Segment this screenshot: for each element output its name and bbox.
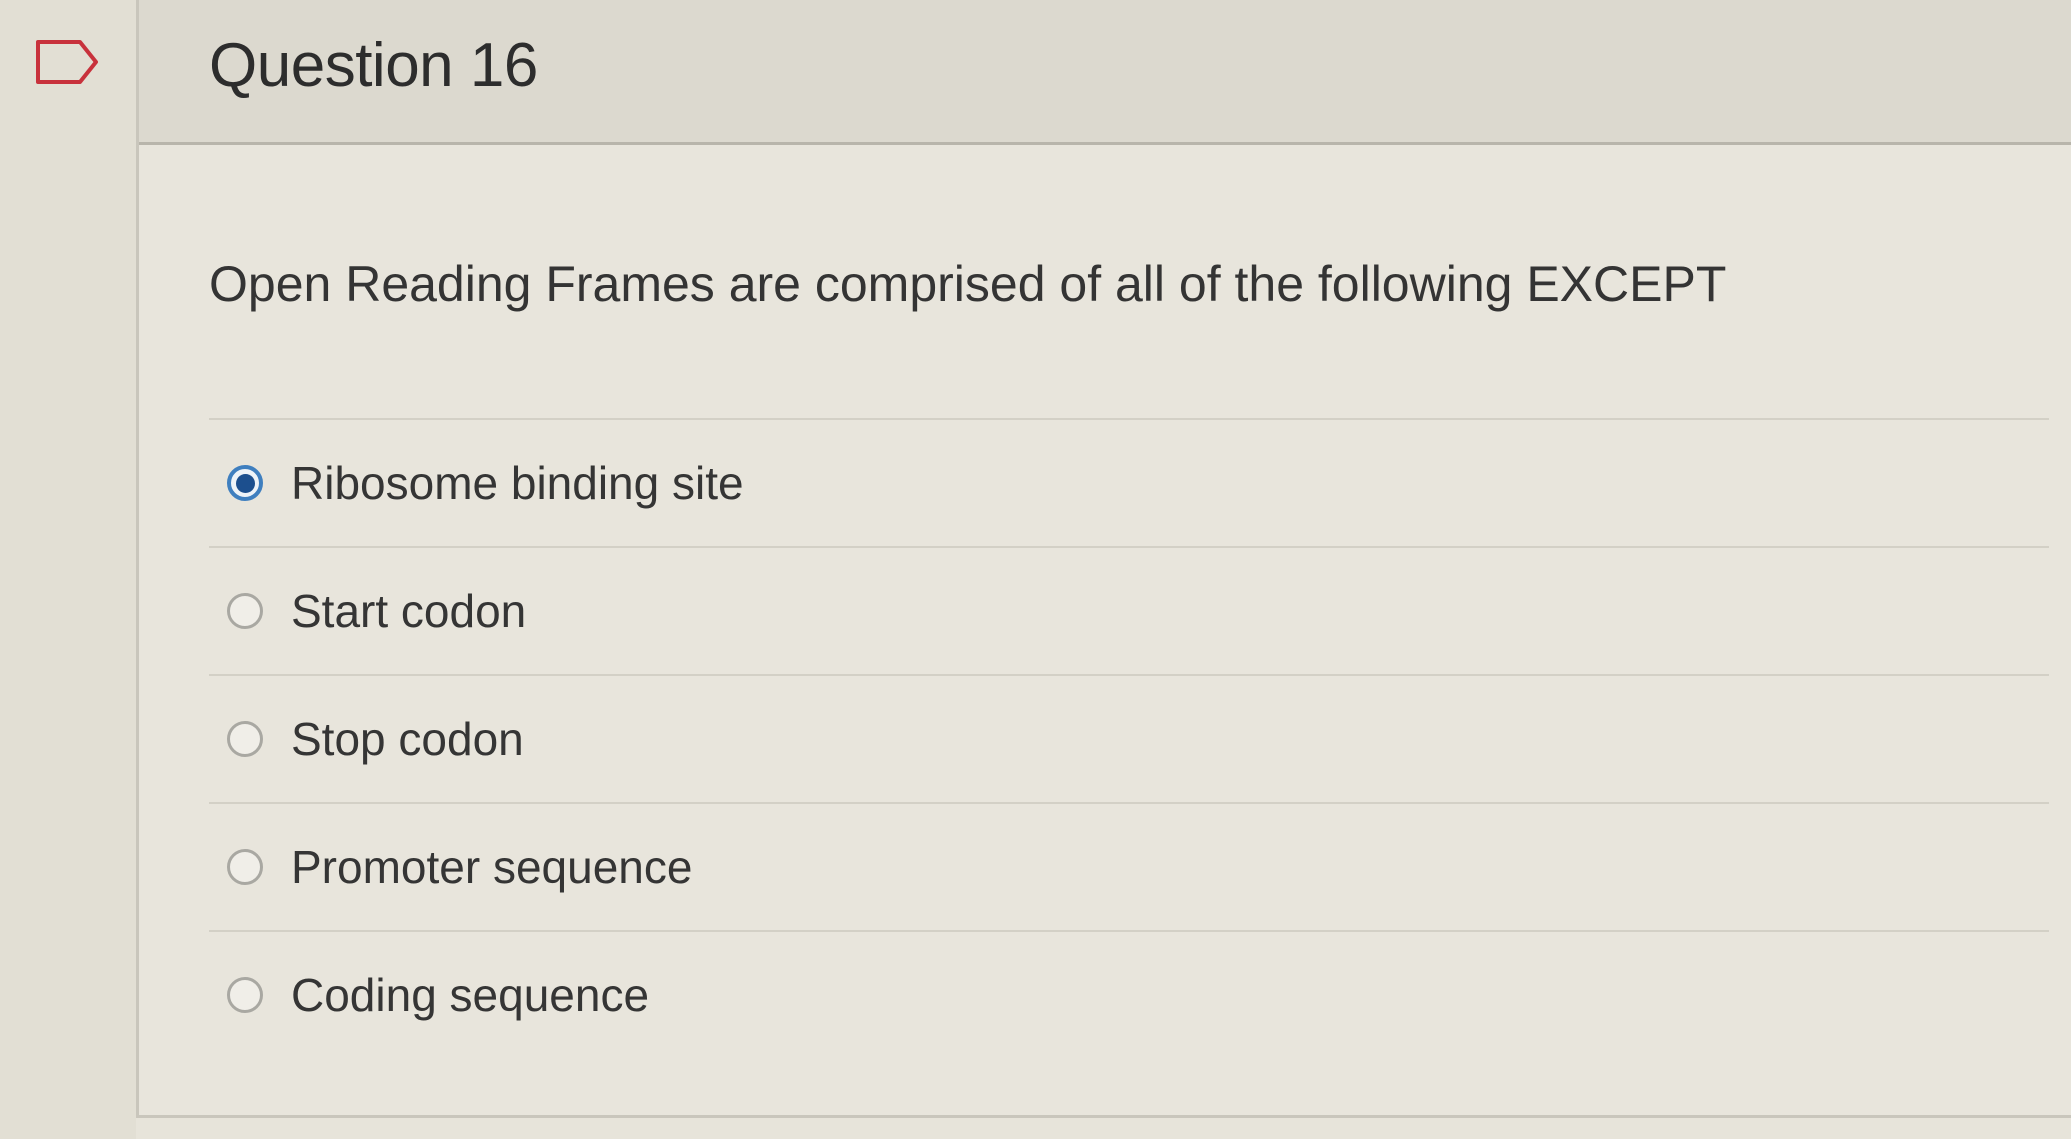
answer-label: Promoter sequence bbox=[291, 841, 693, 893]
answer-option-coding-sequence[interactable]: Coding sequence bbox=[209, 930, 2049, 1058]
answer-label: Start codon bbox=[291, 585, 527, 637]
question-title: Question 16 bbox=[209, 31, 538, 100]
radio-unselected-icon[interactable] bbox=[227, 849, 263, 885]
answer-label: Ribosome binding site bbox=[291, 457, 744, 509]
answer-option-ribosome-binding-site[interactable]: Ribosome binding site bbox=[209, 418, 2049, 546]
radio-unselected-icon[interactable] bbox=[227, 977, 263, 1013]
radio-unselected-icon[interactable] bbox=[227, 721, 263, 757]
answer-list: Ribosome binding site Start codon Stop c… bbox=[209, 418, 2049, 1058]
left-margin bbox=[0, 0, 136, 1139]
question-card: Question 16 Open Reading Frames are comp… bbox=[136, 0, 2071, 1118]
question-prompt: Open Reading Frames are comprised of all… bbox=[209, 256, 1727, 312]
flag-question-icon[interactable] bbox=[34, 38, 100, 86]
answer-label: Stop codon bbox=[291, 713, 524, 765]
radio-unselected-icon[interactable] bbox=[227, 593, 263, 629]
answer-option-promoter-sequence[interactable]: Promoter sequence bbox=[209, 802, 2049, 930]
answer-option-stop-codon[interactable]: Stop codon bbox=[209, 674, 2049, 802]
answer-label: Coding sequence bbox=[291, 969, 650, 1021]
question-header: Question 16 bbox=[139, 0, 2071, 145]
quiz-page: Question 16 Open Reading Frames are comp… bbox=[0, 0, 2071, 1139]
radio-selected-icon[interactable] bbox=[227, 465, 263, 501]
answer-option-start-codon[interactable]: Start codon bbox=[209, 546, 2049, 674]
